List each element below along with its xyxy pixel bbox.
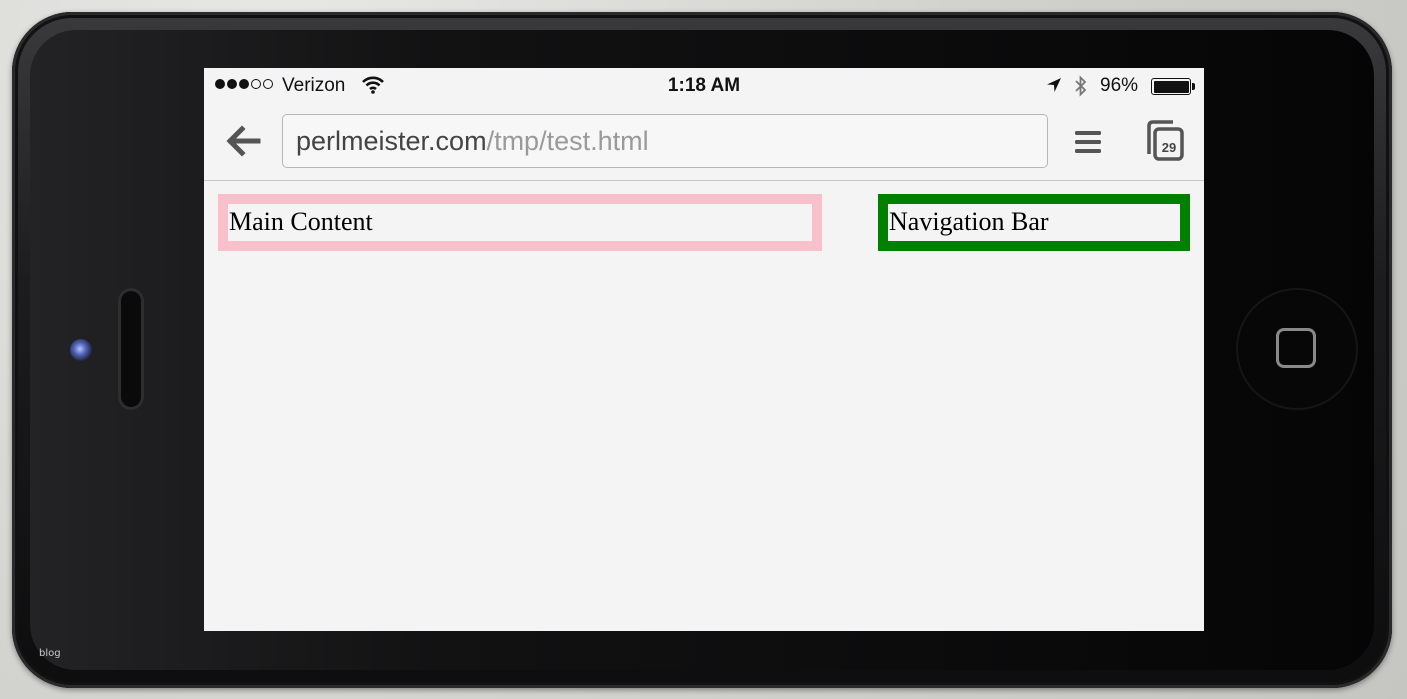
battery-icon: [1151, 78, 1195, 95]
battery-fill: [1153, 80, 1189, 93]
back-button[interactable]: [222, 123, 264, 159]
url-path: /tmp/test.html: [486, 126, 649, 156]
home-square-icon: [1276, 328, 1316, 368]
menu-button[interactable]: [1072, 127, 1104, 157]
battery-percentage: 96%: [1100, 75, 1139, 96]
hamburger-menu-icon: [1075, 131, 1101, 153]
battery-nub: [1192, 83, 1195, 90]
browser-toolbar: perlmeister.com/tmp/test.html 29: [204, 104, 1204, 181]
earpiece-speaker: [118, 288, 144, 410]
main-content-box: Main Content: [218, 194, 822, 251]
tabs-button[interactable]: 29: [1142, 118, 1186, 166]
back-arrow-icon: [226, 125, 261, 157]
status-bar: Verizon 1:18 AM 96%: [204, 68, 1204, 104]
location-arrow-icon: [1046, 77, 1062, 99]
navigation-bar-label: Navigation Bar: [889, 207, 1049, 236]
address-bar[interactable]: perlmeister.com/tmp/test.html: [282, 114, 1048, 168]
main-content-label: Main Content: [229, 207, 373, 236]
tab-count: 29: [1161, 140, 1177, 155]
home-button[interactable]: [1236, 288, 1358, 410]
navigation-bar-box: Navigation Bar: [878, 194, 1190, 251]
front-camera: [70, 339, 92, 361]
watermark-text: blog: [39, 648, 61, 659]
web-page: Main Content Navigation Bar: [204, 182, 1204, 631]
bluetooth-icon: [1074, 75, 1088, 103]
url-domain: perlmeister.com: [296, 126, 487, 156]
phone-screen: Verizon 1:18 AM 96% perlmeister.com/tmp/…: [204, 68, 1204, 631]
